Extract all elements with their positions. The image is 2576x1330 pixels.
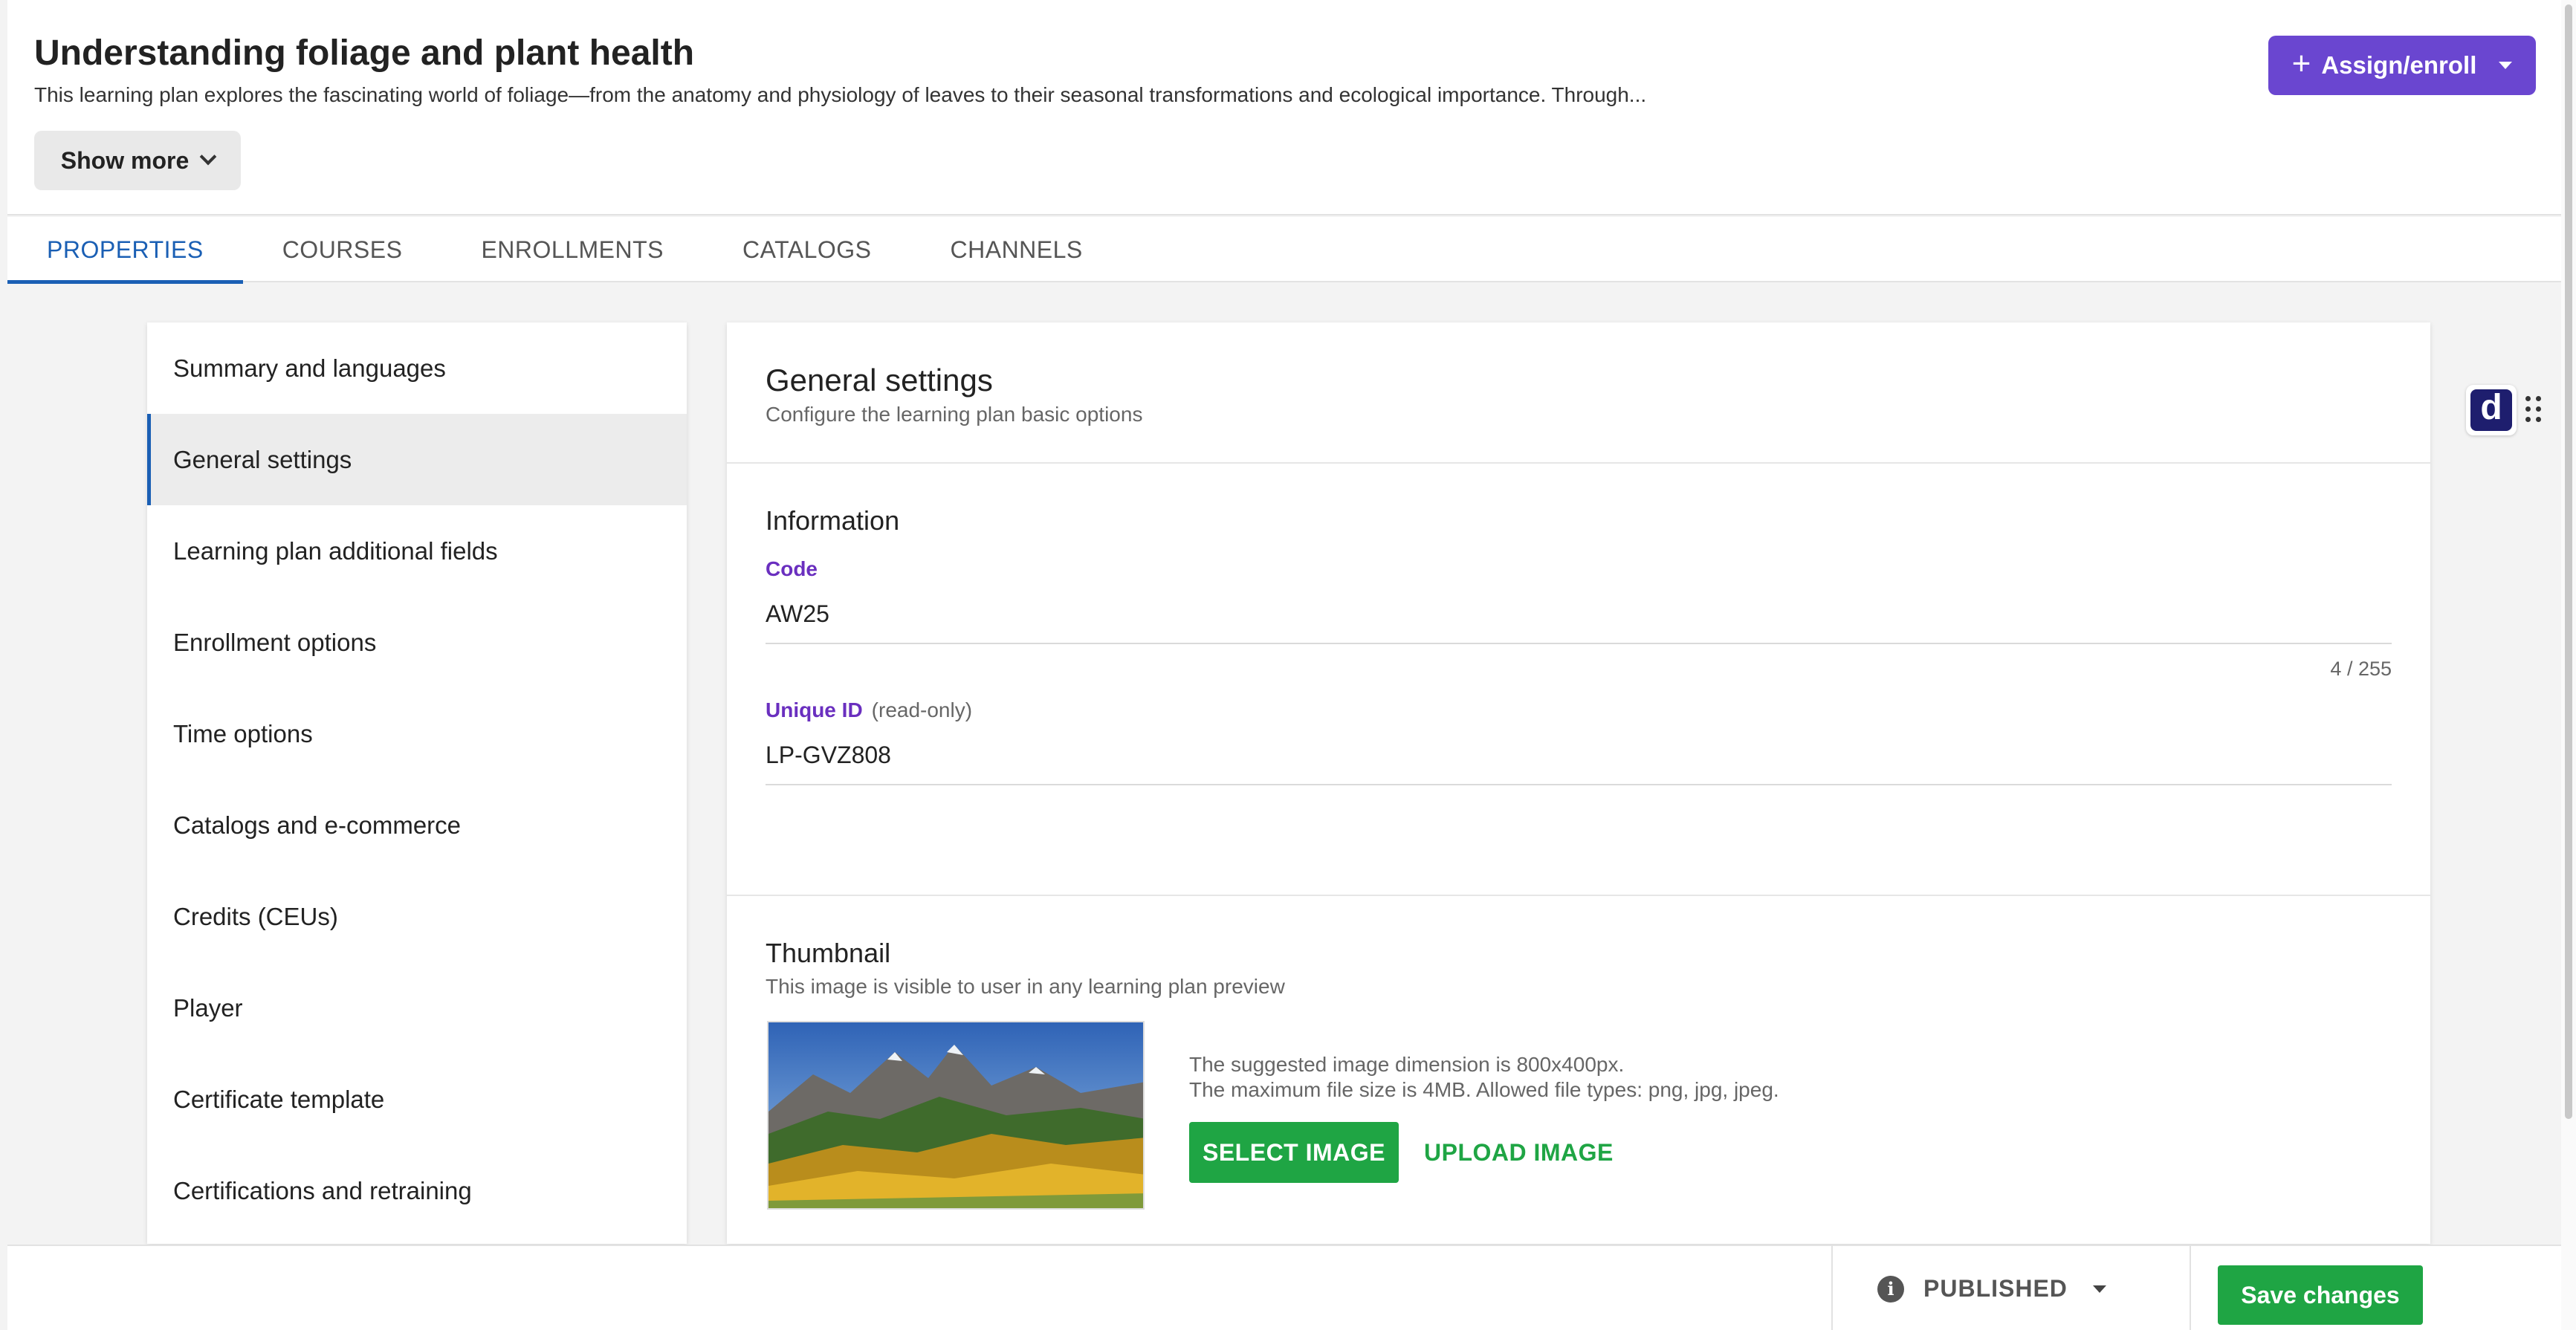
unique-id-label-text: Unique ID	[766, 698, 863, 721]
sidebar-item-time-options[interactable]: Time options	[147, 688, 687, 779]
code-underline	[766, 643, 2392, 644]
code-char-counter: 4 / 255	[2330, 658, 2392, 680]
page: Understanding foliage and plant health T…	[7, 0, 2561, 1330]
information-heading: Information	[766, 505, 900, 536]
drag-handle-icon[interactable]	[2525, 396, 2543, 423]
select-image-button[interactable]: SELECT IMAGE	[1189, 1122, 1399, 1183]
caret-down-icon	[2499, 62, 2513, 69]
tab-bar: PROPERTIES COURSES ENROLLMENTS CATALOGS …	[7, 217, 2561, 284]
chevron-down-icon	[199, 148, 217, 166]
info-icon: i	[1877, 1275, 1904, 1303]
caret-down-icon	[2092, 1285, 2106, 1293]
read-only-note: (read-only)	[871, 698, 973, 721]
save-changes-button[interactable]: Save changes	[2218, 1265, 2423, 1325]
card-header: General settings Configure the learning …	[727, 322, 2430, 464]
settings-sidebar: Summary and languages General settings L…	[147, 322, 687, 1244]
sidebar-item-general-settings[interactable]: General settings	[147, 414, 687, 505]
tab-courses[interactable]: COURSES	[243, 217, 442, 282]
floating-assistant-widget[interactable]: d	[2466, 385, 2517, 435]
plus-icon: +	[2291, 45, 2311, 82]
thumbnail-hint-dimension: The suggested image dimension is 800x400…	[1189, 1053, 1625, 1076]
assign-enroll-button[interactable]: + Assign/enroll	[2268, 36, 2536, 95]
unique-id-label: Unique ID (read-only)	[766, 698, 2392, 722]
sidebar-item-catalogs-ecommerce[interactable]: Catalogs and e-commerce	[147, 779, 687, 871]
scrollbar-thumb[interactable]	[2565, 4, 2572, 1119]
section-subtitle: Configure the learning plan basic option…	[766, 403, 1143, 426]
thumbnail-hint-filetypes: The maximum file size is 4MB. Allowed fi…	[1189, 1078, 1779, 1101]
information-section: Information Code AW25 4 / 255 Unique ID (…	[727, 464, 2430, 896]
sidebar-item-certifications-retraining[interactable]: Certifications and retraining	[147, 1145, 687, 1236]
unique-id-value: LP-GVZ808	[766, 742, 891, 768]
page-header: Understanding foliage and plant health T…	[7, 0, 2561, 215]
thumbnail-hint: The suggested image dimension is 800x400…	[1189, 1052, 1779, 1103]
tab-enrollments[interactable]: ENROLLMENTS	[441, 217, 703, 282]
publish-status-dropdown[interactable]: i PUBLISHED	[1831, 1246, 2191, 1330]
page-description: This learning plan explores the fascinat…	[34, 83, 1647, 106]
sidebar-item-credits[interactable]: Credits (CEUs)	[147, 871, 687, 962]
sidebar-item-summary-and-languages[interactable]: Summary and languages	[147, 322, 687, 414]
thumbnail-section: Thumbnail This image is visible to user …	[727, 896, 2430, 1244]
general-settings-card: General settings Configure the learning …	[727, 322, 2430, 1244]
sidebar-item-additional-fields[interactable]: Learning plan additional fields	[147, 505, 687, 597]
section-title: General settings	[766, 363, 993, 398]
code-label: Code	[766, 557, 818, 580]
upload-image-button[interactable]: UPLOAD IMAGE	[1424, 1122, 1614, 1183]
tab-catalogs[interactable]: CATALOGS	[703, 217, 911, 282]
tab-channels[interactable]: CHANNELS	[911, 217, 1122, 282]
unique-id-underline	[766, 784, 2392, 785]
show-more-button[interactable]: Show more	[34, 131, 241, 190]
page-title: Understanding foliage and plant health	[34, 33, 695, 73]
footer-bar: i PUBLISHED Save changes	[7, 1245, 2561, 1330]
publish-status-label: PUBLISHED	[1923, 1275, 2068, 1302]
unique-id-field: Unique ID (read-only) LP-GVZ808	[766, 698, 2392, 785]
show-more-label: Show more	[60, 146, 190, 174]
tab-properties[interactable]: PROPERTIES	[7, 217, 243, 284]
thumbnail-image	[767, 1021, 1145, 1210]
page-scrollbar[interactable]	[2561, 0, 2576, 1330]
sidebar-item-certificate-template[interactable]: Certificate template	[147, 1054, 687, 1145]
sidebar-item-enrollment-options[interactable]: Enrollment options	[147, 597, 687, 688]
assign-enroll-label: Assign/enroll	[2321, 51, 2477, 79]
thumbnail-heading: Thumbnail	[766, 938, 891, 968]
thumbnail-subtitle: This image is visible to user in any lea…	[766, 975, 1285, 998]
code-input[interactable]: AW25	[766, 600, 2392, 628]
sidebar-item-player[interactable]: Player	[147, 962, 687, 1054]
code-field[interactable]: Code AW25	[766, 557, 2392, 644]
assistant-logo-icon: d	[2470, 389, 2512, 431]
